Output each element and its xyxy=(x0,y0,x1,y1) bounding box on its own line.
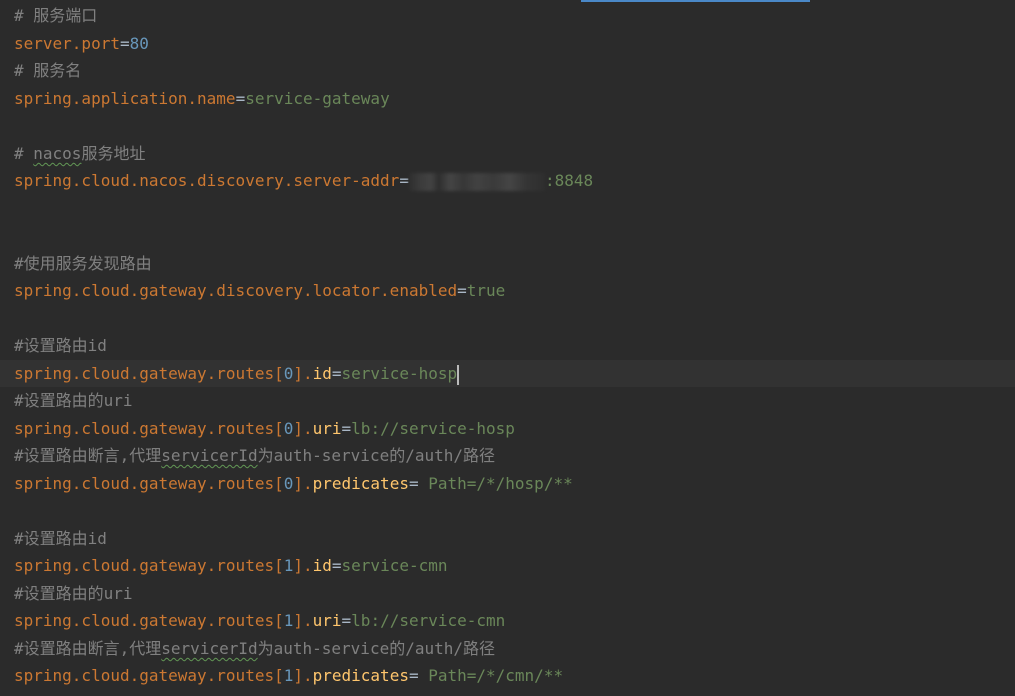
equals-sign: = xyxy=(399,171,409,190)
code-line-24[interactable]: #设置路由断言,代理servicerId为auth-service的/auth/… xyxy=(14,635,495,662)
route-property: uri xyxy=(312,419,342,438)
property-key: spring.cloud.gateway.routes[ xyxy=(14,666,284,685)
equals-sign: = xyxy=(119,34,130,53)
code-line-18[interactable]: spring.cloud.gateway.routes[0].predicate… xyxy=(14,470,573,497)
property-key: ]. xyxy=(293,556,313,575)
code-line-3[interactable]: # 服务名 xyxy=(14,57,81,84)
spelling-warning-word: servicerId xyxy=(161,446,258,465)
property-value: service-cmn xyxy=(341,556,448,575)
code-line-16[interactable]: spring.cloud.gateway.routes[0].uri=lb://… xyxy=(14,415,515,442)
code-line-4[interactable]: spring.application.name=service-gateway xyxy=(14,85,390,112)
property-key: ]. xyxy=(293,474,313,493)
property-value: 80 xyxy=(129,34,149,53)
equals-sign: = xyxy=(408,474,429,493)
route-index: 1 xyxy=(283,556,294,575)
route-property: id xyxy=(312,364,332,383)
property-value: :8848 xyxy=(544,171,594,190)
route-index: 0 xyxy=(283,364,294,383)
code-line-13[interactable]: #设置路由id xyxy=(14,332,107,359)
code-line-1[interactable]: # 服务端口 xyxy=(14,2,97,29)
comment-text: #设置路由断言,代理 xyxy=(14,639,162,658)
comment-text: 服务地址 xyxy=(81,144,146,163)
comment-text: #设置路由断言,代理 xyxy=(14,446,162,465)
property-value: Path=/*/hosp/** xyxy=(428,474,573,493)
code-line-11[interactable]: spring.cloud.gateway.discovery.locator.e… xyxy=(14,277,505,304)
equals-sign: = xyxy=(341,611,352,630)
code-line-2[interactable]: server.port=80 xyxy=(14,30,149,57)
property-key: spring.cloud.gateway.routes[ xyxy=(14,556,284,575)
property-key: spring.cloud.gateway.routes[ xyxy=(14,611,284,630)
equals-sign: = xyxy=(457,281,467,300)
equals-sign: = xyxy=(331,364,342,383)
spelling-warning-word: nacos xyxy=(33,144,82,163)
spelling-warning-word: servicerId xyxy=(161,639,258,658)
property-key: spring.cloud.gateway.routes[ xyxy=(14,364,284,383)
code-line-21[interactable]: spring.cloud.gateway.routes[1].id=servic… xyxy=(14,552,448,579)
code-line-23[interactable]: spring.cloud.gateway.routes[1].uri=lb://… xyxy=(14,607,505,634)
route-index: 0 xyxy=(283,419,294,438)
property-value: lb://service-hosp xyxy=(351,419,515,438)
code-line-25[interactable]: spring.cloud.gateway.routes[1].predicate… xyxy=(14,662,563,689)
code-line-22[interactable]: #设置路由的uri xyxy=(14,580,133,607)
equals-sign: = xyxy=(235,89,246,108)
comment-text: #设置路由id xyxy=(14,529,107,548)
comment-text: #设置路由id xyxy=(14,336,107,355)
property-key: server.port xyxy=(14,34,120,53)
code-line-10[interactable]: #使用服务发现路由 xyxy=(14,250,152,277)
comment-text: 为auth-service的/auth/路径 xyxy=(257,639,496,658)
code-line-17[interactable]: #设置路由断言,代理servicerId为auth-service的/auth/… xyxy=(14,442,495,469)
property-key: ]. xyxy=(293,666,313,685)
scroll-indicator xyxy=(581,0,810,2)
route-property: predicates xyxy=(312,474,409,493)
comment-text: # 服务端口 xyxy=(14,6,98,25)
property-key: ]. xyxy=(293,419,313,438)
route-index: 1 xyxy=(283,666,294,685)
route-property: id xyxy=(312,556,332,575)
equals-sign: = xyxy=(408,666,429,685)
code-line-6[interactable]: # nacos服务地址 xyxy=(14,140,145,167)
code-line-7[interactable]: spring.cloud.nacos.discovery.server-addr… xyxy=(14,167,593,194)
comment-text: 为auth-service的/auth/路径 xyxy=(257,446,496,465)
property-key: ]. xyxy=(293,611,313,630)
comment-text: # xyxy=(14,144,34,163)
property-key: spring.application.name xyxy=(14,89,236,108)
comment-text: #设置路由的uri xyxy=(14,391,133,410)
route-index: 1 xyxy=(283,611,294,630)
route-property: predicates xyxy=(312,666,409,685)
property-key: spring.cloud.gateway.routes[ xyxy=(14,474,284,493)
property-value: true xyxy=(466,281,506,300)
property-value: service-hosp xyxy=(341,364,458,383)
route-index: 0 xyxy=(283,474,294,493)
property-value: lb://service-cmn xyxy=(351,611,506,630)
comment-text: # 服务名 xyxy=(14,61,82,80)
equals-sign: = xyxy=(331,556,342,575)
property-key: spring.cloud.nacos.discovery.server-addr xyxy=(14,171,400,190)
code-line-20[interactable]: #设置路由id xyxy=(14,525,107,552)
code-line-15[interactable]: #设置路由的uri xyxy=(14,387,133,414)
code-editor[interactable]: # 服务端口 server.port=80 # 服务名 spring.appli… xyxy=(0,0,1015,696)
route-property: uri xyxy=(312,611,342,630)
property-key: spring.cloud.gateway.routes[ xyxy=(14,419,284,438)
text-caret xyxy=(457,364,460,385)
comment-text: #设置路由的uri xyxy=(14,584,133,603)
property-key: ]. xyxy=(293,364,313,383)
redacted-address xyxy=(408,172,545,191)
property-value: Path=/*/cmn/** xyxy=(428,666,564,685)
code-line-14-current[interactable]: spring.cloud.gateway.routes[0].id=servic… xyxy=(0,360,1015,387)
comment-text: #使用服务发现路由 xyxy=(14,254,152,273)
property-key: spring.cloud.gateway.discovery.locator.e… xyxy=(14,281,458,300)
property-value: service-gateway xyxy=(245,89,390,108)
equals-sign: = xyxy=(341,419,352,438)
